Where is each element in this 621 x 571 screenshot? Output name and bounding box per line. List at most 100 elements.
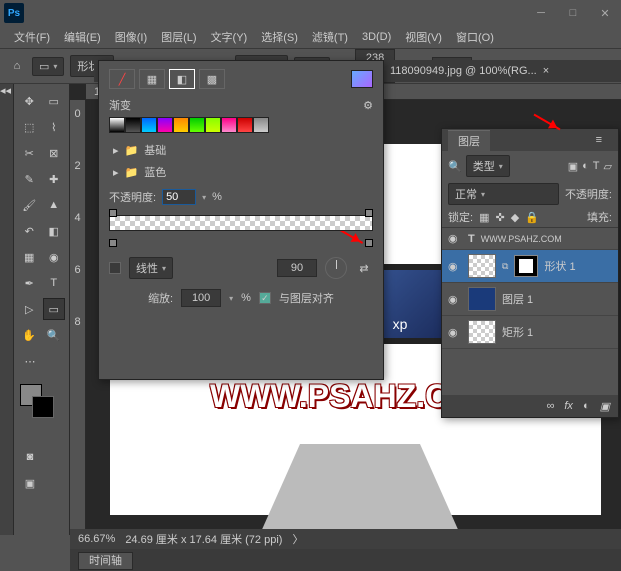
layer-name[interactable]: 图层 1 xyxy=(502,291,533,307)
layer-thumb[interactable] xyxy=(468,254,496,278)
layer-mask[interactable] xyxy=(514,255,538,277)
link-layers-icon[interactable]: ∞ xyxy=(547,400,555,412)
opacity-field[interactable]: 50 xyxy=(162,189,196,205)
opacity-dropdown-icon[interactable]: ▾ xyxy=(202,193,206,202)
blend-mode-select[interactable]: 正常 ▾ xyxy=(448,183,559,205)
doc-close-icon[interactable]: × xyxy=(543,65,549,77)
layer-text[interactable]: ◉ T WWW.PSAHZ.COM xyxy=(442,228,618,250)
folder-blues[interactable]: ▸📁蓝色 xyxy=(109,161,373,183)
gradient-menu-icon[interactable]: ⚙ xyxy=(363,99,373,112)
status-chevron-icon[interactable]: 〉 xyxy=(292,531,303,547)
no-fill-tab[interactable]: ╱ xyxy=(109,69,135,89)
zoom-level[interactable]: 66.67% xyxy=(78,533,115,545)
crop-tool[interactable]: ✂ xyxy=(18,142,41,164)
menu-layer[interactable]: 图层(L) xyxy=(155,27,202,47)
lock-pixels-icon[interactable]: ▦ xyxy=(479,211,489,224)
timeline-panel[interactable]: 时间轴 xyxy=(70,549,621,571)
pattern-fill-tab[interactable]: ▩ xyxy=(199,69,225,89)
frame-tool[interactable]: ⊠ xyxy=(43,142,66,164)
move-tool[interactable]: ✥ xyxy=(18,90,41,112)
angle-field[interactable]: 90 xyxy=(277,259,317,277)
menu-image[interactable]: 图像(I) xyxy=(109,27,153,47)
solid-fill-tab[interactable]: ▦ xyxy=(139,69,165,89)
link-icon[interactable]: ⧉ xyxy=(502,261,508,272)
eraser-tool[interactable]: ◧ xyxy=(43,220,66,242)
type-tool[interactable]: T xyxy=(43,272,66,294)
visibility-icon[interactable]: ◉ xyxy=(448,232,462,245)
maximize-button[interactable]: □ xyxy=(561,4,585,22)
gradient-style-select[interactable]: 线性 ▾ xyxy=(129,257,173,279)
stamp-tool[interactable]: ▲ xyxy=(43,194,66,216)
menu-filter[interactable]: 滤镜(T) xyxy=(306,27,354,47)
lock-all-icon[interactable]: 🔒 xyxy=(525,211,539,224)
layer-name[interactable]: 形状 1 xyxy=(544,258,575,274)
panel-menu-icon[interactable]: ≡ xyxy=(586,132,612,148)
angle-dial[interactable] xyxy=(325,257,347,279)
gradient-editor[interactable] xyxy=(109,215,373,245)
menu-3d[interactable]: 3D(D) xyxy=(356,29,397,45)
mask-icon[interactable]: ◐ xyxy=(583,400,590,412)
menu-file[interactable]: 文件(F) xyxy=(8,27,56,47)
color-swatches[interactable] xyxy=(18,382,65,422)
folder-basics[interactable]: ▸📁基础 xyxy=(109,139,373,161)
menu-edit[interactable]: 编辑(E) xyxy=(58,27,107,47)
hand-tool[interactable]: ✋ xyxy=(18,324,41,346)
edit-toolbar[interactable]: ⋯ xyxy=(18,350,42,372)
panel-dock-left[interactable]: ◂◂ xyxy=(0,84,14,535)
marquee-tool[interactable]: ⬚ xyxy=(18,116,41,138)
blur-tool[interactable]: ◉ xyxy=(43,246,66,268)
path-tool[interactable]: ▷ xyxy=(18,298,41,320)
color-picker-button[interactable] xyxy=(351,70,373,88)
menu-select[interactable]: 选择(S) xyxy=(255,27,304,47)
zoom-tool[interactable]: 🔍 xyxy=(43,324,66,346)
layers-tab[interactable]: 图层 xyxy=(448,130,490,151)
gradient-presets[interactable] xyxy=(109,117,373,133)
filter-image-icon[interactable]: ▣ xyxy=(568,160,578,173)
visibility-icon[interactable]: ◉ xyxy=(448,293,462,306)
align-checkbox[interactable]: ✓ xyxy=(259,292,271,304)
layer-thumb[interactable] xyxy=(468,320,496,344)
new-layer-icon[interactable]: ▣ xyxy=(600,400,610,413)
lasso-tool[interactable]: ⌇ xyxy=(43,116,66,138)
layer-thumb[interactable] xyxy=(468,287,496,311)
doc-tab[interactable]: 118090949.jpg @ 100%(RG... xyxy=(390,65,537,77)
filter-type-select[interactable]: 类型 ▾ xyxy=(466,155,510,177)
filter-adjust-icon[interactable]: ◐ xyxy=(582,160,589,172)
layer-name[interactable]: WWW.PSAHZ.COM xyxy=(481,234,562,244)
menu-type[interactable]: 文字(Y) xyxy=(205,27,254,47)
pen-tool[interactable]: ✒ xyxy=(18,272,41,294)
doc-dimensions[interactable]: 24.69 厘米 x 17.64 厘米 (72 ppi) xyxy=(125,531,282,547)
layer-layer1[interactable]: ◉ 图层 1 xyxy=(442,283,618,316)
home-icon[interactable]: ⌂ xyxy=(8,57,26,75)
menu-window[interactable]: 窗口(O) xyxy=(450,27,500,47)
layer-shape1[interactable]: ◉ ⧉ 形状 1 xyxy=(442,250,618,283)
artboard-tool[interactable]: ▭ xyxy=(43,90,66,112)
filter-search-icon[interactable]: 🔍 xyxy=(448,160,462,173)
layer-rect1[interactable]: ◉ 矩形 1 xyxy=(442,316,618,349)
filter-type-icon[interactable]: T xyxy=(593,160,600,172)
menu-view[interactable]: 视图(V) xyxy=(399,27,448,47)
scale-field[interactable]: 100 xyxy=(181,289,221,307)
background-color[interactable] xyxy=(32,396,54,418)
history-brush-tool[interactable]: ↶ xyxy=(18,220,41,242)
filter-shape-icon[interactable]: ▱ xyxy=(604,160,612,173)
lock-nested-icon[interactable]: ◆ xyxy=(511,211,519,224)
screenmode-tool[interactable]: ▣ xyxy=(18,472,42,494)
fx-icon[interactable]: fx xyxy=(564,400,573,412)
visibility-icon[interactable]: ◉ xyxy=(448,260,462,273)
visibility-icon[interactable]: ◉ xyxy=(448,326,462,339)
close-button[interactable]: ✕ xyxy=(593,4,617,22)
style-checkbox[interactable] xyxy=(109,262,121,274)
brush-tool[interactable]: 🖌 xyxy=(18,194,41,216)
eyedropper-tool[interactable]: ✎ xyxy=(18,168,41,190)
gradient-fill-tab[interactable]: ◧ xyxy=(169,69,195,89)
minimize-button[interactable]: ─ xyxy=(529,4,553,22)
lock-position-icon[interactable]: ✜ xyxy=(495,211,504,224)
rectangle-tool[interactable]: ▭ xyxy=(43,298,66,320)
reverse-icon[interactable]: ⇄ xyxy=(355,259,373,277)
gradient-tool[interactable]: ▦ xyxy=(18,246,41,268)
timeline-tab[interactable]: 时间轴 xyxy=(78,552,133,570)
shape-preset[interactable]: ▭ ▾ xyxy=(32,57,64,76)
quickmask-tool[interactable]: ◙ xyxy=(18,446,42,468)
layer-name[interactable]: 矩形 1 xyxy=(502,324,533,340)
